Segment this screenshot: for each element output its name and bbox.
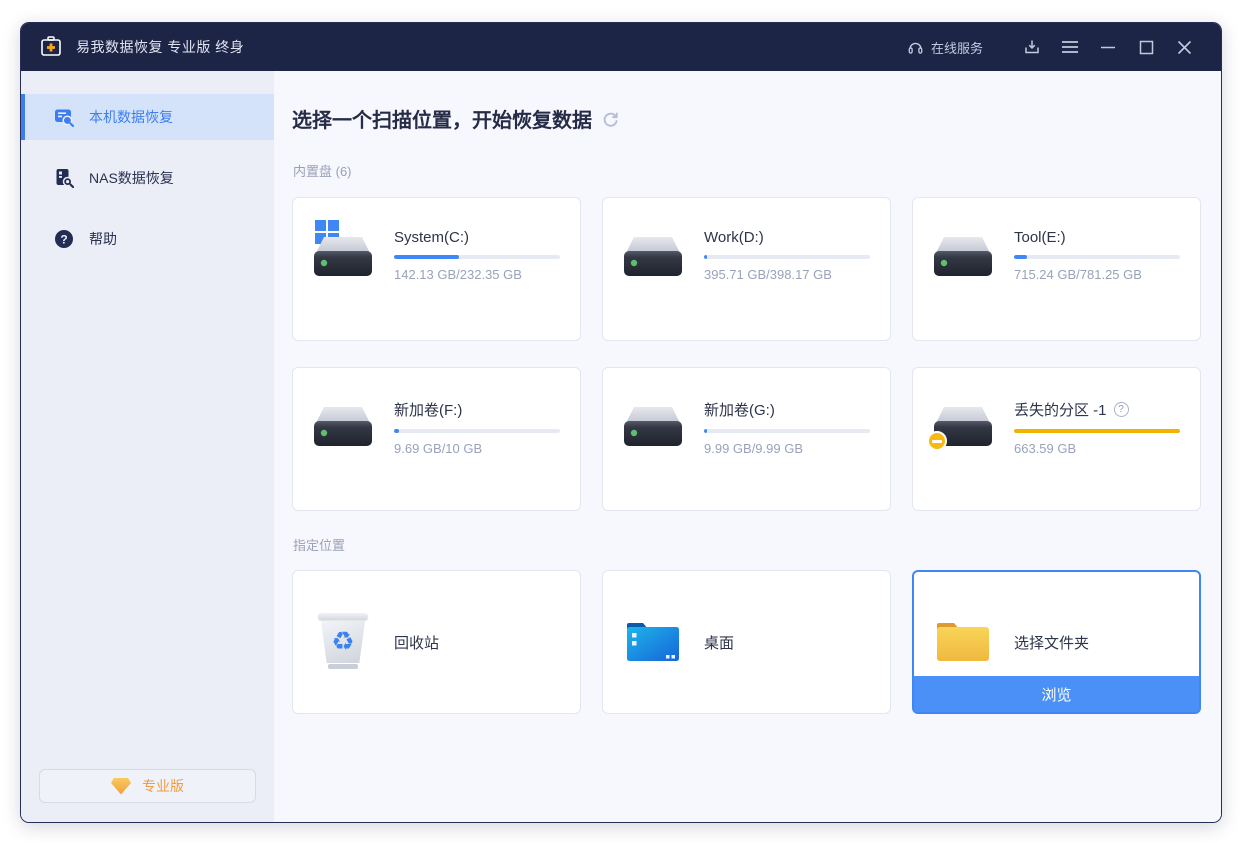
main-content: 选择一个扫描位置，开始恢复数据 内置盘 (6) (274, 71, 1221, 822)
desktop-folder-icon (624, 619, 682, 665)
svg-text:?: ? (60, 232, 67, 246)
sidebar-item-label: 帮助 (89, 229, 117, 249)
drive-name: Tool(E:) (1014, 229, 1180, 246)
location-label: 回收站 (394, 632, 439, 653)
hard-drive-icon (931, 236, 995, 280)
drive-name: 新加卷(G:) (704, 399, 870, 420)
hard-drive-icon (311, 406, 375, 450)
capacity-bar (704, 255, 870, 259)
question-help-icon[interactable]: ? (1114, 402, 1129, 417)
hard-drive-icon (621, 236, 685, 280)
drive-card-new-g[interactable]: 新加卷(G:) 9.99 GB/9.99 GB (602, 367, 891, 511)
upgrade-label: 专业版 (142, 776, 184, 796)
location-card-desktop[interactable]: 桌面 (602, 570, 891, 714)
drive-capacity: 9.99 GB/9.99 GB (704, 441, 870, 456)
sidebar-item-help[interactable]: ? 帮助 (21, 216, 274, 262)
page-title: 选择一个扫描位置，开始恢复数据 (292, 104, 592, 133)
drive-capacity: 142.13 GB/232.35 GB (394, 267, 560, 282)
lost-partition-badge-icon (927, 431, 947, 451)
drive-name: 丢失的分区 -1 (1014, 399, 1107, 420)
minimize-button[interactable] (1089, 32, 1127, 62)
sidebar-item-label: NAS数据恢复 (89, 168, 174, 188)
drive-card-system-c[interactable]: System(C:) 142.13 GB/232.35 GB (292, 197, 581, 341)
nas-recovery-icon (54, 168, 74, 188)
location-label: 选择文件夹 (1014, 632, 1089, 653)
minimize-icon (1100, 39, 1116, 55)
maximize-button[interactable] (1127, 32, 1165, 62)
maximize-icon (1139, 40, 1154, 55)
hard-drive-icon (621, 406, 685, 450)
drive-card-work-d[interactable]: Work(D:) 395.71 GB/398.17 GB (602, 197, 891, 341)
close-icon (1177, 40, 1192, 55)
drive-capacity: 395.71 GB/398.17 GB (704, 267, 870, 282)
drive-name: Work(D:) (704, 229, 870, 246)
titlebar: 易我数据恢复 专业版 终身 在线服务 (21, 23, 1221, 71)
headset-icon (907, 39, 924, 56)
sidebar-item-local-recovery[interactable]: 本机数据恢复 (21, 94, 274, 140)
sidebar-item-label: 本机数据恢复 (89, 107, 173, 127)
drive-card-tool-e[interactable]: Tool(E:) 715.24 GB/781.25 GB (912, 197, 1201, 341)
internal-disks-section-label: 内置盘 (6) (293, 161, 352, 180)
upgrade-pro-button[interactable]: 专业版 (39, 769, 256, 803)
hamburger-menu-icon (1061, 40, 1079, 54)
gem-icon (111, 778, 131, 795)
capacity-bar (1014, 429, 1180, 433)
refresh-icon[interactable] (602, 111, 619, 128)
download-icon (1023, 38, 1041, 56)
sidebar-item-nas-recovery[interactable]: NAS数据恢复 (21, 155, 274, 201)
online-service-button[interactable]: 在线服务 (907, 38, 983, 57)
drive-name: System(C:) (394, 229, 560, 246)
menu-button[interactable] (1051, 32, 1089, 62)
sidebar: 本机数据恢复 NAS数据恢复 (21, 71, 274, 822)
capacity-bar (1014, 255, 1180, 259)
hard-drive-icon (311, 236, 375, 280)
recycle-bin-icon: ♻ (316, 613, 370, 671)
drive-capacity: 715.24 GB/781.25 GB (1014, 267, 1180, 282)
app-title: 易我数据恢复 专业版 终身 (76, 37, 244, 57)
download-button[interactable] (1013, 32, 1051, 62)
close-button[interactable] (1165, 32, 1203, 62)
capacity-bar (394, 429, 560, 433)
drive-card-lost-partition[interactable]: 丢失的分区 -1 ? 663.59 GB (912, 367, 1201, 511)
select-folder-icon (934, 619, 992, 665)
help-icon: ? (54, 229, 74, 249)
app-window: 易我数据恢复 专业版 终身 在线服务 (20, 22, 1222, 823)
online-service-label: 在线服务 (931, 38, 983, 57)
location-label: 桌面 (704, 632, 734, 653)
drive-name: 新加卷(F:) (394, 399, 560, 420)
capacity-bar (704, 429, 870, 433)
browse-button[interactable]: 浏览 (914, 676, 1199, 712)
drive-card-new-f[interactable]: 新加卷(F:) 9.69 GB/10 GB (292, 367, 581, 511)
drive-capacity: 9.69 GB/10 GB (394, 441, 560, 456)
location-card-select-folder[interactable]: 选择文件夹 浏览 (912, 570, 1201, 714)
app-logo-icon (39, 35, 63, 59)
specified-locations-section-label: 指定位置 (293, 535, 345, 554)
pc-recovery-icon (54, 107, 74, 127)
location-card-recycle-bin[interactable]: ♻ 回收站 (292, 570, 581, 714)
capacity-bar (394, 255, 560, 259)
drive-capacity: 663.59 GB (1014, 441, 1180, 456)
